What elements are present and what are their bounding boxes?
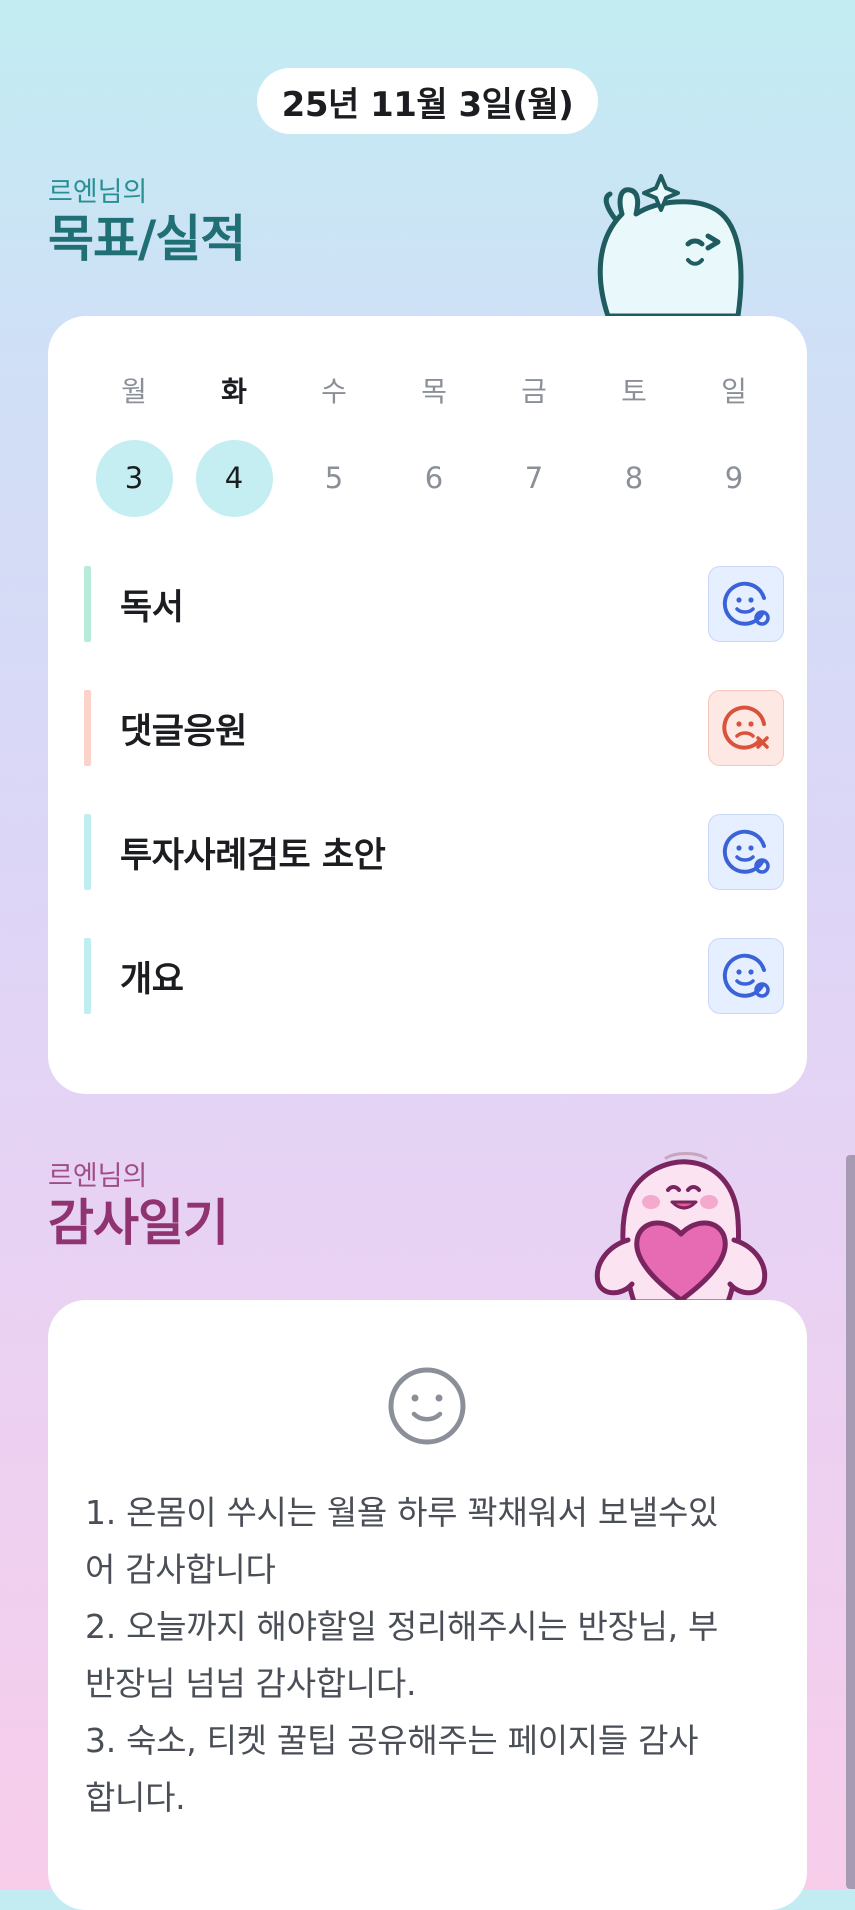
goals-title: 목표/실적: [48, 210, 246, 268]
day-number: 9: [724, 461, 744, 495]
day-number: 4: [195, 439, 273, 517]
goal-label: 투자사례검토 초안: [120, 835, 386, 876]
day-3[interactable]: 3: [84, 438, 184, 518]
smile-check-icon: [722, 581, 770, 626]
weekday-thu: 목: [421, 375, 447, 408]
weekday-sun: 일: [721, 375, 747, 408]
weekday-sat: 토: [621, 375, 647, 408]
goal-item[interactable]: 댓글응원: [84, 690, 784, 766]
goal-item[interactable]: 투자사례검토 초안: [84, 814, 784, 890]
day-8[interactable]: 8: [584, 438, 684, 518]
sad-x-icon: [722, 705, 769, 750]
goal-label: 댓글응원: [120, 711, 247, 752]
goal-status-button[interactable]: [708, 690, 784, 766]
day-number: 6: [424, 461, 444, 495]
weekday-mon: 월: [121, 375, 147, 408]
goal-label: 개요: [120, 959, 184, 1000]
day-number: 3: [95, 439, 173, 517]
day-5[interactable]: 5: [284, 438, 384, 518]
gratitude-section-header: 르엔님의 감사일기: [48, 1160, 229, 1252]
date-row: 3 4 5 6 7 8 9: [84, 438, 784, 518]
gratitude-card: 1. 온몸이 쑤시는 월욜 하루 꽉채워서 보낼수있 어 감사합니다 2. 오늘…: [48, 1300, 807, 1910]
day-number: 5: [324, 461, 344, 495]
gratitude-owner-label: 르엔님의: [48, 1161, 148, 1192]
day-number: 7: [524, 461, 544, 495]
scrollbar-thumb[interactable]: [846, 1155, 855, 1889]
goal-item[interactable]: 독서: [84, 566, 784, 642]
smile-check-icon: [722, 953, 770, 998]
week-calendar: 월 화 수 목 금 토 일 3 4 5 6 7 8 9: [84, 368, 784, 518]
goals-owner-label: 르엔님의: [48, 177, 148, 208]
goals-card: 월 화 수 목 금 토 일 3 4 5 6 7 8 9 독서 댓글응원 투자사례…: [48, 316, 807, 1094]
goal-list: 독서 댓글응원 투자사례검토 초안 개요: [84, 566, 784, 1062]
weekday-tue: 화: [221, 375, 247, 408]
weekday-fri: 금: [521, 375, 547, 408]
gratitude-title: 감사일기: [48, 1194, 229, 1252]
goal-color-bar: [84, 938, 91, 1014]
weekday-row: 월 화 수 목 금 토 일: [84, 368, 784, 412]
goal-label: 독서: [120, 587, 184, 628]
goal-color-bar: [84, 814, 91, 890]
goal-status-button[interactable]: [708, 566, 784, 642]
date-text: 25년 11월 3일(월): [281, 84, 574, 125]
goal-status-button[interactable]: [708, 814, 784, 890]
day-7[interactable]: 7: [484, 438, 584, 518]
weekday-wed: 수: [321, 375, 347, 408]
goal-color-bar: [84, 690, 91, 766]
gratitude-entry-text: 1. 온몸이 쑤시는 월욜 하루 꽉채워서 보낼수있 어 감사합니다 2. 오늘…: [85, 1493, 719, 1817]
day-number: 8: [624, 461, 644, 495]
ghost-mascot-heart-icon: [594, 1152, 768, 1302]
goal-color-bar: [84, 566, 91, 642]
app-screen: { "header": { "date": "25년 11월 3일(월)" },…: [0, 0, 855, 1910]
day-4[interactable]: 4: [184, 438, 284, 518]
ghost-mascot-wink-icon: [597, 174, 744, 316]
goal-item[interactable]: 개요: [84, 938, 784, 1014]
day-9[interactable]: 9: [684, 438, 784, 518]
day-6[interactable]: 6: [384, 438, 484, 518]
neutral-smile-icon[interactable]: [387, 1366, 467, 1446]
smile-check-icon: [722, 829, 770, 874]
date-pill[interactable]: 25년 11월 3일(월): [257, 68, 598, 134]
goals-section-header: 르엔님의 목표/실적: [48, 176, 246, 268]
goal-status-button[interactable]: [708, 938, 784, 1014]
